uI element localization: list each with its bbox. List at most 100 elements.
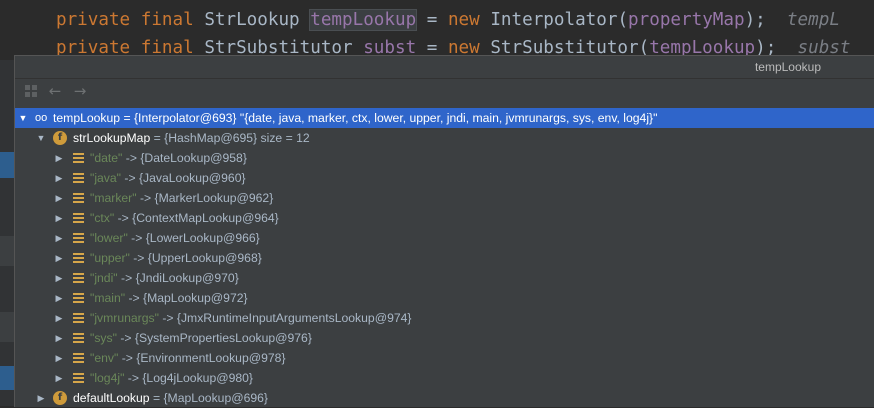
gutter-marker	[0, 366, 14, 390]
field-icon: f	[53, 391, 67, 405]
layout-toggle-button[interactable]	[21, 81, 41, 101]
map-entry-icon	[73, 313, 84, 323]
chevron-right-icon[interactable]: ▶	[53, 188, 65, 208]
gutter-marker	[0, 152, 14, 178]
chevron-right-icon[interactable]: ▶	[53, 328, 65, 348]
gutter-marker	[0, 312, 14, 342]
argument: propertyMap	[628, 10, 745, 30]
grid-icon	[24, 84, 38, 98]
entry-key: "sys"	[90, 331, 117, 345]
tree-row-templookup[interactable]: ▼ oo tempLookup = {Interpolator@693} "{d…	[15, 108, 874, 128]
gutter-marker	[0, 236, 14, 266]
popup-title: tempLookup	[754, 60, 821, 74]
chevron-right-icon[interactable]: ▶	[53, 288, 65, 308]
entry-key: "lower"	[90, 231, 128, 245]
map-entry-row[interactable]: ▶ "java" -> {JavaLookup@960}	[15, 168, 874, 188]
map-entry-row[interactable]: ▶ "upper" -> {UpperLookup@968}	[15, 248, 874, 268]
entry-value: -> {SystemPropertiesLookup@976}	[116, 331, 312, 345]
variable-value: = {MapLookup@696}	[149, 391, 269, 405]
map-entry-row[interactable]: ▶ "marker" -> {MarkerLookup@962}	[15, 188, 874, 208]
map-entry-row[interactable]: ▶ "jndi" -> {JndiLookup@970}	[15, 268, 874, 288]
chevron-down-icon[interactable]: ▼	[35, 128, 47, 148]
entry-value: -> {JndiLookup@970}	[117, 271, 239, 285]
editor-gutter	[0, 60, 14, 406]
chevron-right-icon[interactable]: ▶	[53, 348, 65, 368]
variable-value: = {Interpolator@693} "{date, java, marke…	[120, 111, 658, 125]
chevron-right-icon[interactable]: ▶	[35, 388, 47, 408]
popup-header[interactable]: tempLookup	[15, 56, 874, 79]
arrow-right-icon: →	[73, 82, 87, 100]
entry-key: "date"	[90, 151, 123, 165]
entry-key: "jvmrunargs"	[90, 311, 159, 325]
code-editor: private final StrLookup tempLookup = new…	[0, 0, 874, 60]
map-entry-row[interactable]: ▶ "ctx" -> {ContextMapLookup@964}	[15, 208, 874, 228]
field-templookup[interactable]: tempLookup	[309, 9, 418, 31]
map-entry-icon	[73, 273, 84, 283]
map-entry-icon	[73, 293, 84, 303]
entry-key: "marker"	[90, 191, 137, 205]
tree-row-strlookupmap[interactable]: ▼ f strLookupMap = {HashMap@695} size = …	[15, 128, 874, 148]
field-icon: f	[53, 131, 67, 145]
map-entry-icon	[73, 153, 84, 163]
entry-key: "upper"	[90, 251, 130, 265]
chevron-right-icon[interactable]: ▶	[53, 368, 65, 388]
chevron-down-icon[interactable]: ▼	[17, 108, 29, 128]
type-name: StrLookup	[204, 10, 300, 30]
entry-value: -> {MapLookup@972}	[125, 291, 248, 305]
chevron-right-icon[interactable]: ▶	[53, 208, 65, 228]
map-entry-row[interactable]: ▶ "sys" -> {SystemPropertiesLookup@976}	[15, 328, 874, 348]
map-entry-row[interactable]: ▶ "lower" -> {LowerLookup@966}	[15, 228, 874, 248]
map-entry-row[interactable]: ▶ "jvmrunargs" -> {JmxRuntimeInputArgume…	[15, 308, 874, 328]
map-entry-row[interactable]: ▶ "date" -> {DateLookup@958}	[15, 148, 874, 168]
entry-key: "env"	[90, 351, 119, 365]
operator: =	[426, 10, 438, 30]
popup-toolbar: ← →	[15, 79, 874, 107]
entry-value: -> {LowerLookup@966}	[127, 231, 260, 245]
variable-name: tempLookup	[53, 111, 121, 125]
keyword: final	[140, 10, 194, 30]
punctuation: );	[744, 10, 766, 30]
entry-value: -> {JmxRuntimeInputArgumentsLookup@974}	[158, 311, 412, 325]
chevron-right-icon[interactable]: ▶	[53, 148, 65, 168]
tree-row-defaultlookup[interactable]: ▶ f defaultLookup = {MapLookup@696}	[15, 388, 874, 408]
variable-value: = {HashMap@695} size = 12	[150, 131, 310, 145]
map-entry-icon	[73, 193, 84, 203]
chevron-right-icon[interactable]: ▶	[53, 308, 65, 328]
back-button[interactable]: ←	[45, 81, 65, 101]
entry-value: -> {MarkerLookup@962}	[136, 191, 274, 205]
map-entry-icon	[73, 213, 84, 223]
entry-value: -> {UpperLookup@968}	[129, 251, 262, 265]
variable-inspector-popup: tempLookup ← → ▼ oo tempLookup = {Interp…	[14, 55, 874, 407]
map-entry-icon	[73, 253, 84, 263]
constructor: Interpolator(	[490, 10, 629, 30]
arrow-left-icon: ←	[48, 82, 62, 100]
chevron-right-icon[interactable]: ▶	[53, 248, 65, 268]
forward-button[interactable]: →	[70, 81, 90, 101]
entry-key: "main"	[90, 291, 126, 305]
map-entry-icon	[73, 333, 84, 343]
map-entry-row[interactable]: ▶ "env" -> {EnvironmentLookup@978}	[15, 348, 874, 368]
keyword: private	[56, 10, 131, 30]
entry-value: -> {JavaLookup@960}	[121, 171, 246, 185]
entry-value: -> {ContextMapLookup@964}	[114, 211, 279, 225]
keyword: new	[447, 10, 480, 30]
map-entry-icon	[73, 233, 84, 243]
chevron-right-icon[interactable]: ▶	[53, 268, 65, 288]
variable-name: defaultLookup	[73, 391, 150, 405]
entry-key: "ctx"	[90, 211, 115, 225]
variable-name: strLookupMap	[73, 131, 151, 145]
code-line-templookup: private final StrLookup tempLookup = new…	[56, 9, 840, 31]
entry-value: -> {Log4jLookup@980}	[124, 371, 254, 385]
entry-value: -> {EnvironmentLookup@978}	[118, 351, 286, 365]
chevron-right-icon[interactable]: ▶	[53, 168, 65, 188]
map-entry-row[interactable]: ▶ "main" -> {MapLookup@972}	[15, 288, 874, 308]
inline-value-hint: tempL	[786, 10, 840, 30]
entry-value: -> {DateLookup@958}	[122, 151, 247, 165]
watch-glasses-icon: oo	[35, 112, 48, 124]
chevron-right-icon[interactable]: ▶	[53, 228, 65, 248]
map-entry-row[interactable]: ▶ "log4j" -> {Log4jLookup@980}	[15, 368, 874, 388]
map-entry-icon	[73, 173, 84, 183]
map-entry-icon	[73, 353, 84, 363]
map-entry-icon	[73, 373, 84, 383]
entry-key: "jndi"	[90, 271, 118, 285]
